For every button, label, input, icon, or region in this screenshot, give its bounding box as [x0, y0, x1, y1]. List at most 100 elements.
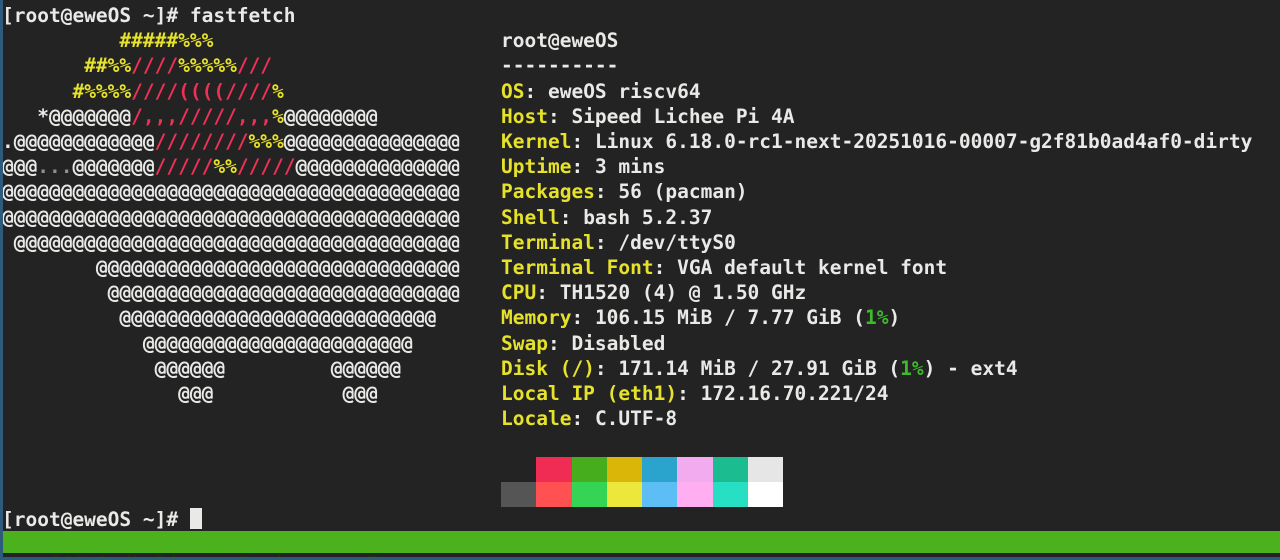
- text-segment: [2, 29, 119, 52]
- text-segment: 56 (pacman): [618, 180, 748, 204]
- fetch-label: Memory: [501, 306, 572, 330]
- text-segment: TH1520 (4) @ 1.50 GHz: [559, 281, 807, 305]
- palette-swatch: [712, 456, 748, 482]
- text-segment: ///: [236, 54, 273, 78]
- text-segment: %%%: [248, 130, 284, 153]
- ascii-art-line: @@@@@@@@@@@@@@@@@@@@@@@@@@@@@@@: [2, 255, 460, 280]
- text-segment: Linux 6.18.0-rc1-next-20251016-00007-g2f…: [594, 130, 1253, 153]
- text-segment: ////////: [154, 130, 249, 153]
- fetch-entry: Terminal Font: VGA default kernel font: [501, 255, 947, 280]
- palette-swatch: [606, 456, 642, 482]
- text-segment: #%%%%: [72, 79, 132, 103]
- text-segment: C.UTF-8: [594, 407, 678, 431]
- text-segment: ##%%: [84, 54, 132, 78]
- fetch-label: Host: [501, 104, 548, 128]
- text-segment: %: [272, 79, 284, 103]
- palette-swatch: [536, 481, 572, 507]
- text-segment: @@@@@@@@@@@@@@@@@@@@@@@@@@@: [2, 306, 437, 330]
- tmux-statusbar: [0] 0:dbclient- 1:microcom*Z: [3, 531, 1280, 560]
- fetch-entry: Swap: Disabled: [501, 331, 665, 356]
- text-segment: #####%%%: [119, 29, 214, 53]
- palette-swatch: [501, 456, 537, 482]
- fetch-entry: Shell: bash 5.2.37: [501, 205, 712, 230]
- text-segment: ...: [37, 155, 73, 179]
- ascii-art-line: #%%%%////((((////%: [2, 79, 284, 104]
- terminal-screen[interactable]: [root@eweOS ~]# fastfetch #####%%% ##%%/…: [0, 0, 1280, 560]
- text-segment: @@@@@@@@@@@@@@@@@@@@@@@@@@@@@@@: [2, 256, 460, 279]
- text-segment: /,,,/////,,,: [131, 104, 273, 128]
- text-segment: @@@@@@@@@@@@@@@@@@@@@@@@@@@@@@: [2, 281, 460, 305]
- palette-swatch: [677, 481, 713, 507]
- text-segment: @@@@@@@@@@@@@@@: [283, 130, 460, 153]
- shell-prompt-current: [root@eweOS ~]#: [2, 507, 202, 532]
- text-segment: @@@@@@@@@@@@@@: [295, 155, 460, 179]
- ascii-art-line: @@@ @@@: [2, 381, 378, 406]
- fetch-label: Disk (/): [501, 356, 595, 380]
- palette-swatch: [571, 456, 607, 482]
- ascii-art-line: @@@@@@@@@@@@@@@@@@@@@@@: [2, 331, 413, 356]
- fetch-entry: OS: eweOS riscv64: [501, 79, 701, 104]
- text-segment: [2, 105, 37, 128]
- prompt-text: [root@eweOS ~]#: [2, 508, 190, 531]
- text-segment: %%%%%: [178, 54, 237, 78]
- fetch-entry: Kernel: Linux 6.18.0-rc1-next-20251016-0…: [501, 129, 1252, 154]
- shell-prompt-executed: [root@eweOS ~]# fastfetch: [2, 4, 296, 27]
- text-segment: %: [272, 104, 284, 128]
- fetch-entry: Locale: C.UTF-8: [501, 406, 677, 431]
- text-segment: /dev/ttyS0: [618, 230, 736, 254]
- text-segment: ////: [131, 54, 179, 78]
- fetch-entry: Host: Sipeed Lichee Pi 4A: [501, 104, 795, 129]
- palette-row-bright: [501, 481, 783, 507]
- palette-swatch: [677, 456, 713, 482]
- text-segment: :: [571, 306, 595, 330]
- fetch-label: Terminal Font: [501, 256, 654, 279]
- text-segment: Disabled: [571, 331, 666, 355]
- text-segment: 106.15 MiB / 7.77 GiB (: [594, 306, 865, 330]
- text-segment: /////: [236, 155, 296, 179]
- ascii-art-line: @@@...@@@@@@@/////%%/////@@@@@@@@@@@@@@: [2, 154, 460, 179]
- text-segment: [2, 54, 84, 77]
- text-segment: :: [547, 104, 572, 128]
- text-segment: *@@@@@@@: [37, 104, 132, 128]
- text-segment: ----------: [501, 54, 619, 78]
- text-segment: 1%: [900, 356, 924, 380]
- ascii-art-line: @@@@@@@@@@@@@@@@@@@@@@@@@@@@@@: [2, 280, 460, 305]
- text-segment: :: [559, 205, 584, 229]
- ascii-art-line: ##%%////%%%%%///: [2, 53, 272, 78]
- text-segment: @@@@@@@: [72, 155, 155, 179]
- fetch-title: root@eweOS: [501, 28, 618, 53]
- fetch-label: CPU: [501, 281, 537, 305]
- fetch-label: Shell: [501, 205, 560, 229]
- text-segment: @@@@@@@@@@@@@@@@@@@@@@@@@@@@@@@@@@@@@@@: [2, 205, 460, 229]
- text-segment: 171.14 MiB / 27.91 GiB (: [618, 356, 901, 380]
- fetch-entry: Local IP (eth1): 172.16.70.221/24: [501, 381, 888, 406]
- fetch-label: Locale: [501, 407, 572, 431]
- text-segment: .@@@@@@@@@@@@: [2, 130, 155, 153]
- ascii-art-line: @@@@@@@@@@@@@@@@@@@@@@@@@@@@@@@@@@@@@@@: [2, 205, 460, 230]
- text-segment: ////((((////: [131, 79, 273, 103]
- text-segment: @@@: [2, 155, 38, 179]
- ascii-art-line: @@@@@@ @@@@@@: [2, 356, 402, 381]
- palette-swatch: [571, 481, 607, 507]
- ascii-art-line: @@@@@@@@@@@@@@@@@@@@@@@@@@@@@@@@@@@@@@@: [2, 179, 460, 204]
- text-segment: [2, 80, 72, 103]
- fetch-label: Local IP (eth1): [501, 382, 678, 405]
- fetch-entry: Uptime: 3 mins: [501, 154, 665, 179]
- text-segment: :: [594, 180, 619, 204]
- text-segment: @@@@@@@@@@@@@@@@@@@@@@@: [2, 331, 413, 355]
- text-segment: :: [677, 382, 701, 405]
- text-segment: :: [571, 155, 595, 179]
- text-segment: @@@@@@@@@@@@@@@@@@@@@@@@@@@@@@@@@@@@@@@: [2, 180, 460, 204]
- terminal-cursor[interactable]: [189, 508, 202, 529]
- text-segment: 1%: [864, 306, 889, 330]
- text-segment: root@eweOS: [501, 29, 619, 53]
- text-segment: Sipeed Lichee Pi 4A: [571, 104, 795, 128]
- palette-swatch: [747, 456, 783, 482]
- text-segment: :: [653, 256, 678, 279]
- fetch-label: Terminal: [501, 230, 595, 254]
- text-segment: @@@ @@@: [2, 382, 378, 405]
- ascii-art-line: @@@@@@@@@@@@@@@@@@@@@@@@@@@: [2, 305, 436, 330]
- text-segment: 172.16.70.221/24: [700, 382, 889, 405]
- palette-swatch: [642, 481, 678, 507]
- text-segment: %%: [213, 155, 237, 179]
